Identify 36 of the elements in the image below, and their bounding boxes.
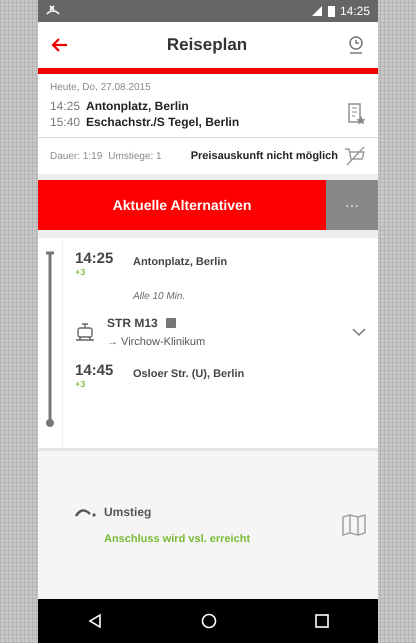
delay-text: +3 bbox=[75, 267, 86, 277]
more-button[interactable]: ··· bbox=[326, 180, 378, 230]
delay-text: +3 bbox=[75, 379, 86, 389]
stop-name: Antonplatz, Berlin bbox=[86, 99, 189, 113]
back-icon[interactable] bbox=[87, 613, 103, 629]
stop-name: Eschachstr./S Tegel, Berlin bbox=[86, 115, 240, 129]
connection-status: Anschluss wird vsl. erreicht bbox=[103, 533, 252, 545]
battery-icon bbox=[328, 5, 335, 17]
changes-text: Umstiege: 1 bbox=[108, 150, 162, 162]
direction-text: → Virchow-Klinikum bbox=[107, 336, 206, 348]
duration-text: Dauer: 1:19 bbox=[50, 150, 102, 162]
arrival-time: 14:45 bbox=[75, 362, 114, 379]
frequency-text: Alle 10 Min. bbox=[132, 291, 186, 302]
missed-call-icon bbox=[46, 5, 60, 17]
signal-icon bbox=[310, 5, 323, 17]
stop-time: 15:40 bbox=[50, 115, 80, 129]
screen-title: Reiseplan bbox=[166, 35, 248, 55]
departure-time: 14:25 bbox=[75, 250, 114, 267]
tram-icon bbox=[75, 323, 95, 341]
station-name: Osloer Str. (U), Berlin bbox=[133, 368, 244, 380]
status-time: 14:25 bbox=[340, 4, 370, 18]
stop-time: 14:25 bbox=[50, 99, 80, 113]
station-name: Antonplatz, Berlin bbox=[133, 256, 228, 268]
transfer-label: Umstieg bbox=[104, 505, 152, 519]
crossed-cart-icon bbox=[344, 146, 366, 166]
travel-date: Heute, Do, 27.08.2015 bbox=[50, 82, 152, 93]
home-icon[interactable] bbox=[201, 613, 217, 629]
line-name: STR M13 bbox=[107, 316, 158, 330]
calendar-star-icon[interactable] bbox=[348, 103, 366, 125]
price-info: Preisauskunft nicht möglich bbox=[190, 150, 338, 162]
back-arrow-icon[interactable] bbox=[50, 37, 68, 53]
walking-arc-icon bbox=[74, 506, 96, 518]
alternatives-button[interactable]: Aktuelle Alternativen bbox=[38, 180, 326, 230]
recents-icon[interactable] bbox=[315, 614, 329, 628]
map-icon[interactable] bbox=[342, 514, 366, 536]
chevron-icon[interactable] bbox=[352, 327, 366, 337]
